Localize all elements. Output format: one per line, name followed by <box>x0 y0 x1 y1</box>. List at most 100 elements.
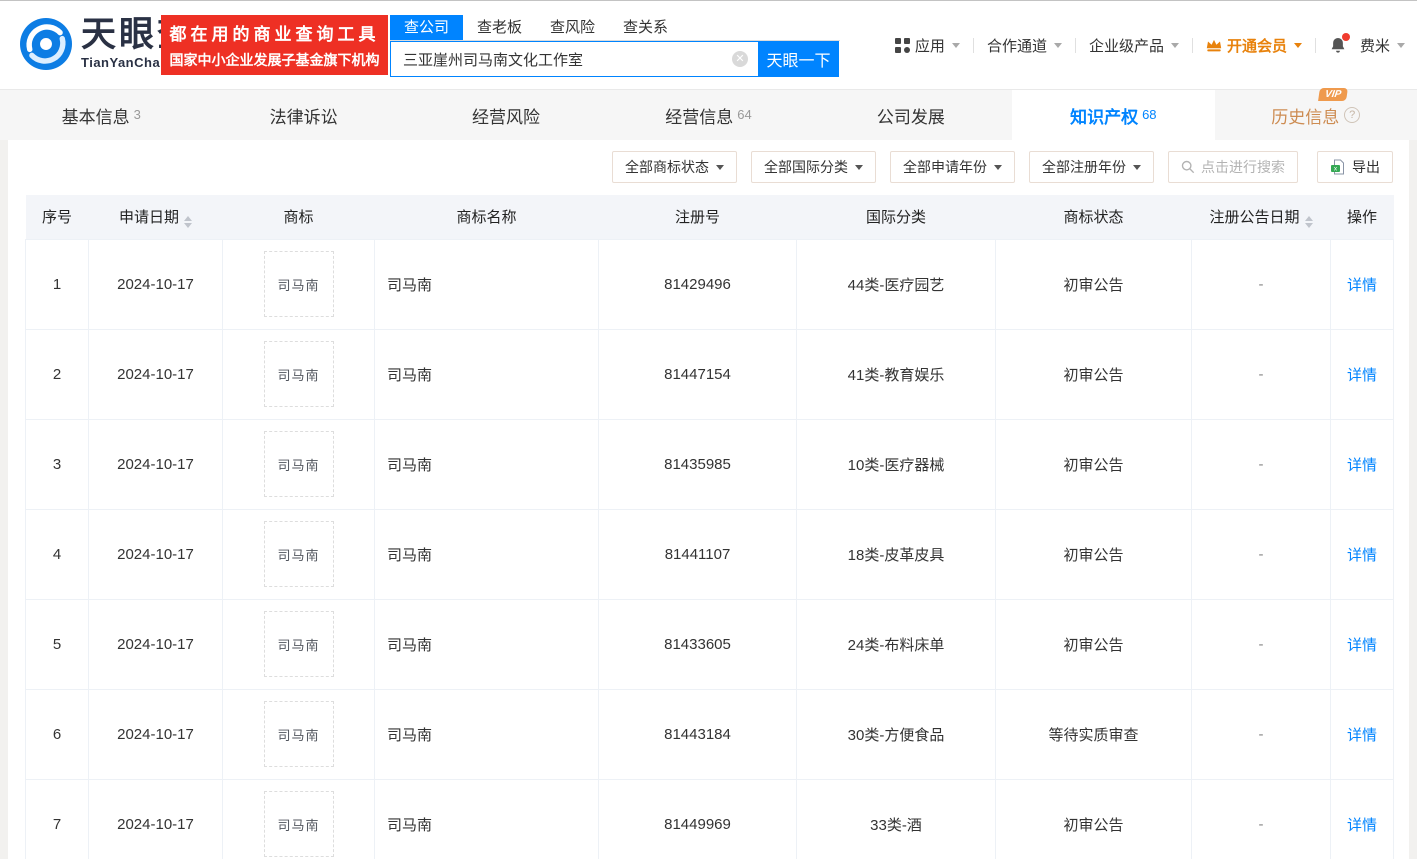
menu-item-open-vip[interactable]: 开通会员 <box>1206 35 1302 56</box>
filter-trademark-status[interactable]: 全部商标状态 <box>612 151 737 183</box>
main-content: 全部商标状态 全部国际分类 全部申请年份 全部注册年份 点击进行搜索 x 导出 … <box>8 140 1409 859</box>
menu-item-partner-channel[interactable]: 合作通道 <box>987 35 1062 56</box>
notification-bell-icon[interactable] <box>1329 33 1350 55</box>
header-menu: 应用 合作通道 企业级产品 开通会员 费米 <box>894 1 1405 90</box>
intl-class: 44类-医疗园艺 <box>796 238 996 330</box>
filter-label: 全部注册年份 <box>1042 159 1126 175</box>
trademark-status: 初审公告 <box>995 238 1192 330</box>
registration-number: 81447154 <box>598 328 797 420</box>
menu-partner-label: 合作通道 <box>986 38 1047 55</box>
trademark-status: 初审公告 <box>995 778 1192 859</box>
intl-class: 24类-布料床单 <box>796 598 996 690</box>
detail-link[interactable]: 详情 <box>1347 727 1377 744</box>
export-button-label: 导出 <box>1352 159 1380 175</box>
sort-icon[interactable] <box>184 215 192 228</box>
search-button-label: 点击进行搜索 <box>1201 159 1285 175</box>
detail-link[interactable]: 详情 <box>1347 817 1377 834</box>
row-index: 1 <box>25 238 89 330</box>
trademark-status: 初审公告 <box>995 328 1192 420</box>
menu-item-enterprise-products[interactable]: 企业级产品 <box>1089 35 1179 56</box>
menu-divider <box>1314 38 1316 53</box>
search-button[interactable]: 天眼一下 <box>758 41 839 77</box>
intl-class: 30类-方便食品 <box>796 688 996 780</box>
tab-label: 法律诉讼 <box>269 107 338 127</box>
tab-label: 知识产权 <box>1070 107 1139 127</box>
col-header-trademark: 商标 <box>222 195 375 239</box>
trademark-image[interactable]: 司马南 <box>263 701 334 767</box>
search-tab-risk[interactable]: 查风险 <box>536 15 609 40</box>
search-tab-relation[interactable]: 查关系 <box>609 15 682 40</box>
slogan-line2: 国家中小企业发展子基金旗下机构 <box>169 52 380 68</box>
trademark-status: 初审公告 <box>995 508 1192 600</box>
chevron-down-icon <box>1170 43 1179 48</box>
tab-count: 3 <box>133 106 141 122</box>
filter-label: 全部申请年份 <box>903 159 987 175</box>
menu-divider <box>972 38 974 53</box>
trademark-image[interactable]: 司马南 <box>263 791 334 857</box>
trademark-image[interactable]: 司马南 <box>263 341 334 407</box>
notification-dot <box>1341 33 1350 41</box>
detail-link[interactable]: 详情 <box>1347 547 1377 564</box>
tab-history-info[interactable]: 历史信息 VIP ? <box>1215 87 1417 140</box>
row-index: 4 <box>25 508 89 600</box>
chevron-down-icon <box>951 43 960 48</box>
search-tab-boss[interactable]: 查老板 <box>463 15 536 40</box>
crown-icon <box>1206 38 1222 53</box>
help-circle-icon[interactable]: ? <box>1344 107 1361 123</box>
search-tab-company[interactable]: 查公司 <box>390 15 464 40</box>
detail-link[interactable]: 详情 <box>1347 457 1377 474</box>
trademark-image[interactable]: 司马南 <box>263 431 334 497</box>
registration-number: 81433605 <box>598 598 797 690</box>
trademark-image[interactable]: 司马南 <box>263 251 334 317</box>
detail-link[interactable]: 详情 <box>1347 367 1377 384</box>
col-header-apply-date[interactable]: 申请日期 <box>88 195 223 239</box>
tab-operating-risk[interactable]: 经营风险 <box>405 90 607 140</box>
col-header-announce-date[interactable]: 注册公告日期 <box>1191 195 1331 239</box>
table-row: 7 2024-10-17 司马南 司马南 81449969 33类-酒 初审公告… <box>25 778 1394 859</box>
menu-apps-label: 应用 <box>914 38 945 55</box>
detail-link[interactable]: 详情 <box>1347 277 1377 294</box>
search-input[interactable] <box>390 41 758 77</box>
filter-intl-class[interactable]: 全部国际分类 <box>751 151 876 183</box>
col-header-trademark-name: 商标名称 <box>374 195 599 239</box>
menu-divider <box>1191 38 1193 53</box>
apply-date: 2024-10-17 <box>88 598 223 690</box>
tab-company-development[interactable]: 公司发展 <box>810 90 1012 140</box>
intl-class: 33类-酒 <box>796 778 996 859</box>
trademark-name: 司马南 <box>374 778 599 859</box>
export-button[interactable]: x 导出 <box>1317 151 1393 183</box>
trademark-image[interactable]: 司马南 <box>263 521 334 587</box>
trademark-image-text: 司马南 <box>277 637 320 653</box>
col-header-status: 商标状态 <box>995 195 1192 239</box>
menu-item-user[interactable]: 费米 <box>1360 35 1405 56</box>
chevron-down-icon <box>1397 43 1405 48</box>
menu-item-apps[interactable]: 应用 <box>894 35 960 56</box>
filter-apply-year[interactable]: 全部申请年份 <box>890 151 1015 183</box>
tab-basic-info[interactable]: 基本信息 3 <box>0 90 202 140</box>
apply-date: 2024-10-17 <box>88 508 223 600</box>
col-header-reg-no: 注册号 <box>598 195 797 239</box>
chevron-down-icon <box>716 164 724 170</box>
filter-register-year[interactable]: 全部注册年份 <box>1029 151 1154 183</box>
tab-count: 64 <box>737 106 752 122</box>
table-search-button[interactable]: 点击进行搜索 <box>1168 151 1298 183</box>
tab-business-info[interactable]: 经营信息 64 <box>607 90 809 140</box>
menu-open-vip-label: 开通会员 <box>1226 38 1287 55</box>
clear-input-icon[interactable]: ✕ <box>732 51 748 67</box>
detail-link[interactable]: 详情 <box>1347 637 1377 654</box>
tab-legal-proceedings[interactable]: 法律诉讼 <box>202 90 404 140</box>
trademark-image[interactable]: 司马南 <box>263 611 334 677</box>
table-row: 1 2024-10-17 司马南 司马南 81429496 44类-医疗园艺 初… <box>25 238 1394 330</box>
table-row: 2 2024-10-17 司马南 司马南 81447154 41类-教育娱乐 初… <box>25 328 1394 420</box>
trademark-status: 初审公告 <box>995 418 1192 510</box>
col-header-intl-class: 国际分类 <box>796 195 996 239</box>
announce-date: - <box>1191 238 1331 330</box>
announce-date: - <box>1191 418 1331 510</box>
sort-icon[interactable] <box>1304 215 1313 228</box>
row-index: 6 <box>25 688 89 780</box>
search-area: 查公司 查老板 查风险 查关系 ✕ 天眼一下 <box>390 15 840 77</box>
slogan-line1: 都在用的商业查询工具 <box>169 25 380 44</box>
trademark-image-text: 司马南 <box>277 817 320 833</box>
tab-intellectual-property[interactable]: 知识产权 68 <box>1012 90 1215 140</box>
brand-slogan-banner: 都在用的商业查询工具 国家中小企业发展子基金旗下机构 <box>161 15 388 75</box>
